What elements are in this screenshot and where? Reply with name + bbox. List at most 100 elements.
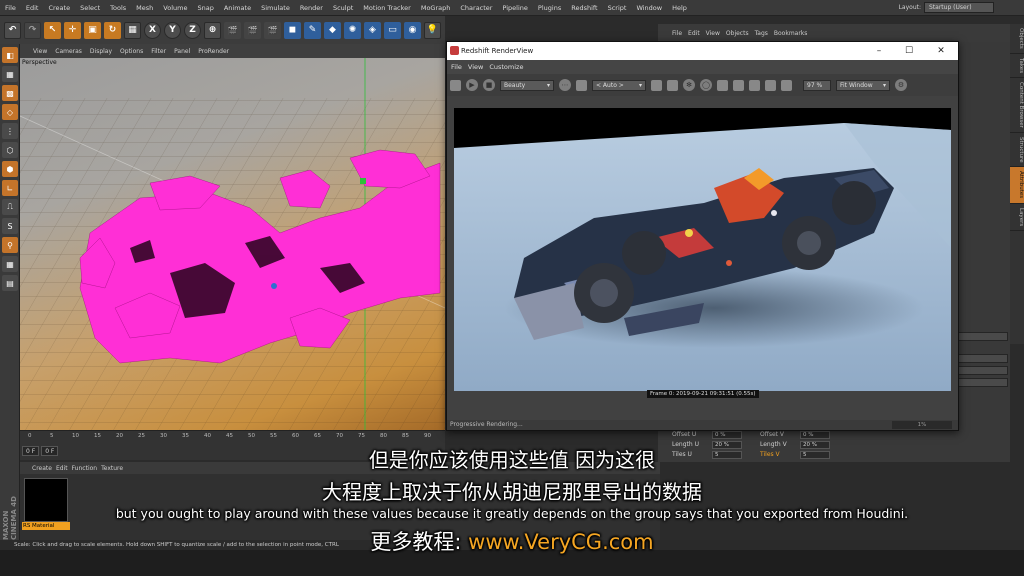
tab-layers[interactable]: Layers [1010, 204, 1024, 231]
fit-dropdown[interactable]: Fit Window ▾ [836, 79, 890, 91]
points-mode-icon[interactable]: ⋮ [2, 123, 18, 139]
attribute-field[interactable] [958, 354, 1008, 363]
crop-icon[interactable] [576, 79, 587, 91]
om-menu-bookmarks[interactable]: Bookmarks [774, 30, 808, 37]
floor-icon[interactable]: ▭ [384, 21, 401, 39]
save-image-icon[interactable] [733, 79, 744, 91]
snap-icon[interactable]: S [2, 218, 18, 234]
bucket-icon[interactable] [717, 79, 728, 91]
workplane-icon[interactable]: ◇ [2, 104, 18, 120]
history-icon[interactable] [781, 79, 792, 91]
tweak-icon[interactable]: ⎍ [2, 199, 18, 215]
edges-mode-icon[interactable]: ⬡ [2, 142, 18, 158]
grid-icon[interactable] [667, 79, 678, 91]
menu-snap[interactable]: Snap [192, 4, 218, 12]
menu-pipeline[interactable]: Pipeline [497, 4, 532, 12]
menu-volume[interactable]: Volume [158, 4, 192, 12]
viewport-menu-display[interactable]: Display [87, 48, 115, 55]
om-menu-file[interactable]: File [672, 30, 682, 37]
minimize-icon[interactable]: – [865, 43, 893, 59]
render-settings-icon[interactable]: 🎬 [264, 21, 281, 39]
attribute-field[interactable] [958, 366, 1008, 375]
tab-attributes[interactable]: Attributes [1010, 167, 1024, 204]
color-picker-icon[interactable]: ◯ [700, 79, 712, 91]
lock-workplane-icon[interactable]: ⚲ [2, 237, 18, 253]
redo-icon[interactable]: ↷ [24, 21, 41, 39]
menu-redshift[interactable]: Redshift [566, 4, 602, 12]
offset-v-field[interactable]: 0 % [800, 431, 830, 439]
rv-menu-view[interactable]: View [468, 63, 483, 71]
om-menu-objects[interactable]: Objects [726, 30, 749, 37]
layout-dropdown[interactable]: Startup (User) [924, 2, 994, 13]
settings-gear-icon[interactable]: ⚙ [895, 79, 907, 91]
object-axis[interactable] [271, 283, 277, 289]
model-mode-icon[interactable]: ▦ [2, 66, 18, 82]
compare-icon[interactable] [765, 79, 776, 91]
save-image-as-icon[interactable] [749, 79, 760, 91]
menu-script[interactable]: Script [603, 4, 632, 12]
channels-icon[interactable]: ⋯ [559, 79, 571, 91]
undo-icon[interactable]: ↶ [4, 21, 21, 39]
attribute-field[interactable] [958, 378, 1008, 387]
rotate-icon[interactable]: ↻ [104, 21, 121, 39]
live-selection-icon[interactable]: ↖ [44, 21, 61, 39]
cloner-icon[interactable]: ✺ [344, 21, 361, 39]
menu-select[interactable]: Select [75, 4, 105, 12]
grid-icon[interactable]: ▦ [2, 256, 18, 272]
viewport-menu-view[interactable]: View [30, 48, 50, 55]
menu-create[interactable]: Create [43, 4, 75, 12]
menu-mograph[interactable]: MoGraph [416, 4, 456, 12]
polygons-mode-icon[interactable]: ⬢ [2, 161, 18, 177]
render-view-icon[interactable]: 🎬 [224, 21, 241, 39]
menu-mesh[interactable]: Mesh [131, 4, 158, 12]
menu-help[interactable]: Help [667, 4, 692, 12]
viewport-menu-filter[interactable]: Filter [148, 48, 169, 55]
y-axis-handle[interactable] [360, 178, 366, 184]
recent-tools-icon[interactable]: ▦ [124, 21, 141, 39]
om-menu-edit[interactable]: Edit [688, 30, 700, 37]
tab-objects[interactable]: Objects [1010, 24, 1024, 54]
viewport-menu-options[interactable]: Options [117, 48, 146, 55]
rv-menu-customize[interactable]: Customize [489, 63, 523, 71]
renderview-titlebar[interactable]: Redshift RenderView – ☐ ✕ [447, 42, 958, 60]
render-picture-viewer-icon[interactable]: 🎬 [244, 21, 261, 39]
menu-file[interactable]: File [0, 4, 21, 12]
texture-mode-icon[interactable]: ▩ [2, 85, 18, 101]
perspective-viewport[interactable] [20, 58, 445, 430]
maximize-icon[interactable]: ☐ [895, 43, 923, 59]
make-editable-icon[interactable]: ◧ [2, 47, 18, 63]
menu-plugins[interactable]: Plugins [533, 4, 566, 12]
menu-character[interactable]: Character [455, 4, 497, 12]
close-icon[interactable]: ✕ [927, 43, 955, 59]
pen-icon[interactable]: ✎ [304, 21, 321, 39]
move-icon[interactable]: ✛ [64, 21, 81, 39]
freeze-icon[interactable]: ✻ [683, 79, 695, 91]
zoom-dropdown[interactable]: 97 % [803, 79, 831, 91]
axis-x-button[interactable]: X [144, 21, 161, 39]
camera-icon[interactable]: ◉ [404, 21, 421, 39]
offset-u-field[interactable]: 0 % [712, 431, 742, 439]
stop-icon[interactable]: ■ [483, 79, 495, 91]
deformer-icon[interactable]: ◈ [364, 21, 381, 39]
coordinate-system-icon[interactable]: ⊕ [204, 21, 221, 39]
planar-workplane-icon[interactable]: ▤ [2, 275, 18, 291]
light-icon[interactable]: 💡 [424, 21, 441, 39]
timeline-ruler[interactable]: 0 5 10 15 20 25 30 35 40 45 50 55 60 65 … [28, 433, 628, 443]
play-icon[interactable]: ▶ [466, 79, 478, 91]
rv-menu-file[interactable]: File [451, 63, 462, 71]
enable-axis-icon[interactable]: ∟ [2, 180, 18, 196]
menu-motion-tracker[interactable]: Motion Tracker [358, 4, 416, 12]
attribute-field[interactable] [958, 332, 1008, 341]
axis-y-button[interactable]: Y [164, 21, 181, 39]
viewport-menu-panel[interactable]: Panel [171, 48, 193, 55]
menu-render[interactable]: Render [295, 4, 328, 12]
snapshot-icon[interactable] [450, 79, 461, 91]
menu-tools[interactable]: Tools [105, 4, 131, 12]
viewport-menu-cameras[interactable]: Cameras [52, 48, 85, 55]
tab-structure[interactable]: Structure [1010, 133, 1024, 168]
axis-z-button[interactable]: Z [184, 21, 201, 39]
lock-icon[interactable] [651, 79, 662, 91]
om-menu-view[interactable]: View [706, 30, 720, 37]
viewport-menu-prorender[interactable]: ProRender [195, 48, 232, 55]
cube-icon[interactable]: ◼ [284, 21, 301, 39]
